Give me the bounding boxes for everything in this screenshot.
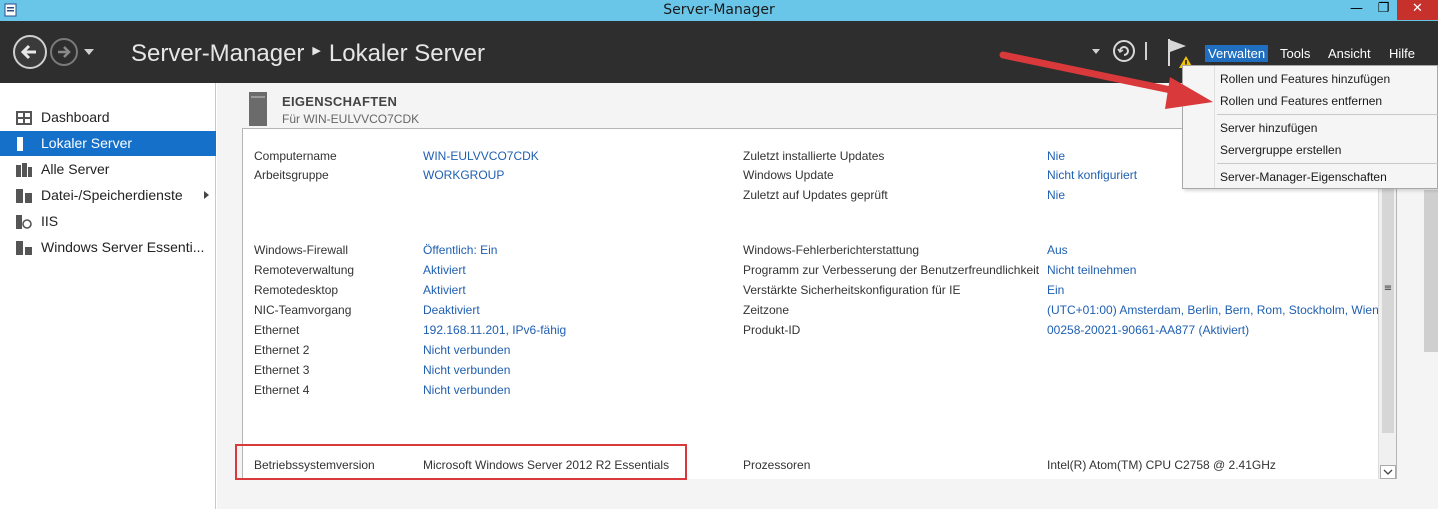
forward-arrow-icon <box>58 46 71 58</box>
prop-value-link[interactable]: Deaktiviert <box>423 303 480 317</box>
breadcrumb-current: Lokaler Server <box>328 40 485 67</box>
prop-label: NIC-Teamvorgang <box>254 303 352 317</box>
prop-value-link[interactable]: Ein <box>1047 283 1064 297</box>
sidebar-item-label: Datei-/Speicherdienste <box>41 187 183 203</box>
maximize-button[interactable]: ❐ <box>1370 0 1397 20</box>
prop-value-link[interactable]: (UTC+01:00) Amsterdam, Berlin, Bern, Rom… <box>1047 303 1379 317</box>
prop-label: Ethernet 3 <box>254 363 310 377</box>
menu-item-add-server[interactable]: Server hinzufügen <box>1220 121 1317 135</box>
menu-hilfe[interactable]: Hilfe <box>1386 45 1418 62</box>
menu-tools[interactable]: Tools <box>1277 45 1313 62</box>
forward-button[interactable] <box>50 38 78 66</box>
sidebar-item-iis[interactable]: IIS <box>0 209 216 234</box>
prop-value-link[interactable]: Nicht verbunden <box>423 383 510 397</box>
properties-scrollbar[interactable]: ≡ <box>1378 183 1396 479</box>
sidebar-item-dashboard[interactable]: Dashboard <box>0 105 216 130</box>
prop-label: Remoteverwaltung <box>254 263 355 277</box>
annotation-highlight-box <box>235 444 687 480</box>
sidebar-item-label: IIS <box>41 213 59 229</box>
prop-label: Windows-Firewall <box>254 243 349 257</box>
menu-item-remove-roles[interactable]: Rollen und Features entfernen <box>1220 94 1382 108</box>
scrollbar-thumb[interactable] <box>1382 183 1394 433</box>
sidebar-item-label: Lokaler Server <box>41 135 133 151</box>
prop-label: Zuletzt auf Updates geprüft <box>743 188 888 202</box>
menu-item-create-server-group[interactable]: Servergruppe erstellen <box>1220 143 1341 157</box>
essentials-icon <box>16 241 32 255</box>
expand-arrow-icon[interactable] <box>204 191 209 199</box>
sidebar-item-essentials[interactable]: Windows Server Essenti... <box>0 235 216 260</box>
header-divider <box>1145 42 1147 60</box>
menu-separator <box>1217 163 1438 164</box>
prop-label: Ethernet 4 <box>254 383 310 397</box>
menu-item-properties[interactable]: Server-Manager-Eigenschaften <box>1220 170 1387 184</box>
prop-value-link[interactable]: Nicht konfiguriert <box>1047 168 1137 182</box>
properties-subtitle: Für WIN-EULVVCO7CDK <box>282 112 420 126</box>
dashboard-icon <box>16 111 32 125</box>
prop-value-link[interactable]: Aus <box>1047 243 1068 257</box>
breadcrumb-separator-icon: ▶ <box>312 45 321 58</box>
prop-label: Arbeitsgruppe <box>254 168 329 182</box>
prop-value-link[interactable]: Nicht verbunden <box>423 343 510 357</box>
file-storage-icon <box>16 189 32 203</box>
refresh-icon[interactable] <box>1113 40 1135 62</box>
sidebar-item-label: Alle Server <box>41 161 110 177</box>
nav-history-dropdown-icon[interactable] <box>84 49 94 55</box>
prop-value-link[interactable]: Öffentlich: Ein <box>423 243 497 257</box>
prop-label: Windows Update <box>743 168 834 182</box>
prop-value-link[interactable]: Nicht teilnehmen <box>1047 263 1136 277</box>
sidebar-item-local-server[interactable]: Lokaler Server <box>0 131 216 156</box>
menu-ansicht[interactable]: Ansicht <box>1325 45 1374 62</box>
back-arrow-icon <box>20 44 36 60</box>
sidebar: Dashboard Lokaler Server Alle Server Dat… <box>0 83 216 509</box>
prop-label: Programm zur Verbesserung der Benutzerfr… <box>743 263 1040 277</box>
prop-label: Ethernet <box>254 323 300 337</box>
prop-label: Zuletzt installierte Updates <box>743 149 885 163</box>
prop-label: Zeitzone <box>743 303 790 317</box>
prop-label: Prozessoren <box>743 458 811 472</box>
prop-label: Ethernet 2 <box>254 343 310 357</box>
close-button[interactable]: ✕ <box>1397 0 1438 20</box>
breadcrumb-root[interactable]: Server-Manager <box>131 40 304 67</box>
prop-value-link[interactable]: Aktiviert <box>423 263 466 277</box>
scrollbar-grip-icon: ≡ <box>1383 283 1393 294</box>
menu-separator <box>1217 114 1438 115</box>
prop-value-link[interactable]: Nie <box>1047 149 1065 163</box>
prop-value: Intel(R) Atom(TM) CPU C2758 @ 2.41GHz <box>1047 458 1276 472</box>
page-scrollbar-thumb[interactable] <box>1424 190 1438 352</box>
prop-value-link[interactable]: 00258-20021-90661-AA877 (Aktiviert) <box>1047 323 1249 337</box>
prop-label: Remotedesktop <box>254 283 339 297</box>
sidebar-item-label: Windows Server Essenti... <box>41 239 205 255</box>
menu-verwalten[interactable]: Verwalten <box>1205 45 1269 62</box>
all-servers-icon <box>16 163 32 177</box>
window-title: Server-Manager <box>663 2 775 18</box>
prop-label: Windows-Fehlerberichterstattung <box>743 243 920 257</box>
prop-value-link[interactable]: Aktiviert <box>423 283 466 297</box>
window-titlebar: Server-Manager — ❐ ✕ <box>0 0 1438 21</box>
prop-label: Produkt-ID <box>743 323 801 337</box>
prop-value-link[interactable]: 192.168.11.201, IPv6-fähig <box>423 323 566 337</box>
sidebar-item-label: Dashboard <box>41 109 110 125</box>
minimize-button[interactable]: — <box>1343 0 1370 20</box>
prop-value-link[interactable]: Nie <box>1047 188 1065 202</box>
manage-menu-dropdown: Rollen und Features hinzufügen Rollen un… <box>1182 65 1438 189</box>
prop-label: Computername <box>254 149 337 163</box>
properties-tile-icon <box>249 92 267 126</box>
prop-label: Verstärkte Sicherheitskonfiguration für … <box>743 283 961 297</box>
sidebar-item-file-storage[interactable]: Datei-/Speicherdienste <box>0 183 216 208</box>
menu-icon-column <box>1183 66 1215 188</box>
prop-value-link[interactable]: Nicht verbunden <box>423 363 510 377</box>
menu-item-add-roles[interactable]: Rollen und Features hinzufügen <box>1220 72 1390 86</box>
back-button[interactable] <box>13 35 47 69</box>
iis-icon <box>16 215 32 229</box>
local-server-icon <box>17 137 23 151</box>
breadcrumb: Server-Manager ▶ Lokaler Server <box>131 40 485 68</box>
scroll-down-button[interactable] <box>1380 465 1396 479</box>
header-dropdown-icon[interactable] <box>1092 49 1100 54</box>
prop-value-link[interactable]: WIN-EULVVCO7CDK <box>423 149 539 163</box>
properties-title: EIGENSCHAFTEN <box>282 94 398 109</box>
prop-value-link[interactable]: WORKGROUP <box>423 168 504 182</box>
sidebar-item-all-servers[interactable]: Alle Server <box>0 157 216 182</box>
